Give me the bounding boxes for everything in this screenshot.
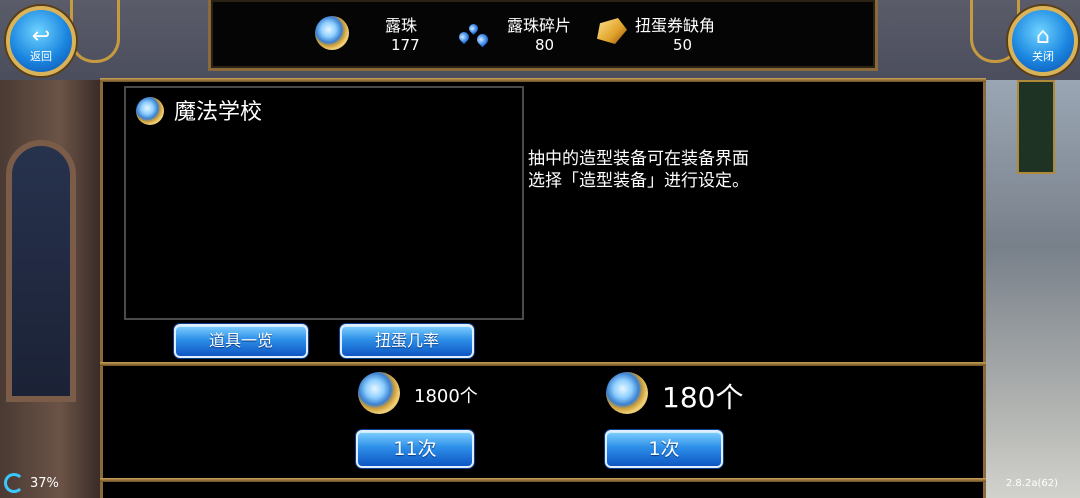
background-window xyxy=(6,140,76,402)
panel-bottom-border xyxy=(100,478,986,482)
dew-orb-icon xyxy=(136,97,164,125)
panel-divider xyxy=(100,362,986,366)
single-draw-cost: 180个 xyxy=(662,381,744,414)
multi-draw-cost: 1800个 xyxy=(414,386,478,407)
currency-count: 50 xyxy=(673,36,693,54)
gacha-info-text: 抽中的造型装备可在装备界面 选择「造型装备」进行设定。 xyxy=(528,148,749,192)
dew-orb-icon xyxy=(606,372,648,414)
currency-label: 露珠碎片 xyxy=(507,16,572,35)
back-button[interactable]: ↩ 返回 xyxy=(6,6,76,76)
draw-11-button[interactable]: 11次 xyxy=(356,430,474,468)
loading-spinner-icon xyxy=(4,473,24,493)
back-label: 返回 xyxy=(30,50,52,63)
info-line: 选择「造型装备」进行设定。 xyxy=(528,171,749,191)
dew-orb-icon xyxy=(358,372,400,414)
close-label: 关闭 xyxy=(1032,50,1054,63)
currency-dew: 露珠 177 xyxy=(315,0,435,68)
currency-dew-fragment: 露珠碎片 80 xyxy=(455,0,595,68)
background-banner xyxy=(1017,80,1055,174)
dew-fragment-icon xyxy=(455,20,495,60)
currency-label: 露珠 xyxy=(385,16,418,35)
item-list-button[interactable]: 道具一览 xyxy=(174,324,308,358)
close-button[interactable]: ⌂ 关闭 xyxy=(1008,6,1078,76)
gacha-title: 魔法学校 xyxy=(174,100,263,125)
home-icon: ⌂ xyxy=(1036,24,1050,49)
currency-label: 扭蛋券缺角 xyxy=(635,16,716,35)
return-arrow-icon: ↩ xyxy=(31,24,51,49)
info-line: 抽中的造型装备可在装备界面 xyxy=(528,149,749,169)
background-scene-right xyxy=(982,80,1080,498)
version-label: 2.8.2a(62) xyxy=(1005,478,1058,489)
corner-ornament-left xyxy=(70,0,120,63)
gacha-rates-button[interactable]: 扭蛋几率 xyxy=(340,324,474,358)
panel-top-border xyxy=(100,78,986,82)
loading-percent: 37% xyxy=(30,476,59,491)
currency-count: 177 xyxy=(391,36,420,54)
currency-gacha-ticket: 扭蛋券缺角 50 xyxy=(593,0,753,68)
gacha-banner-box: 魔法学校 xyxy=(124,86,524,320)
gacha-ticket-fragment-icon xyxy=(597,18,637,58)
dew-orb-icon xyxy=(315,16,349,50)
draw-1-button[interactable]: 1次 xyxy=(605,430,723,468)
background-building-left xyxy=(0,80,100,498)
currency-count: 80 xyxy=(535,36,555,54)
currency-bar: 露珠 177 露珠碎片 80 扭蛋券缺角 50 xyxy=(208,0,878,71)
